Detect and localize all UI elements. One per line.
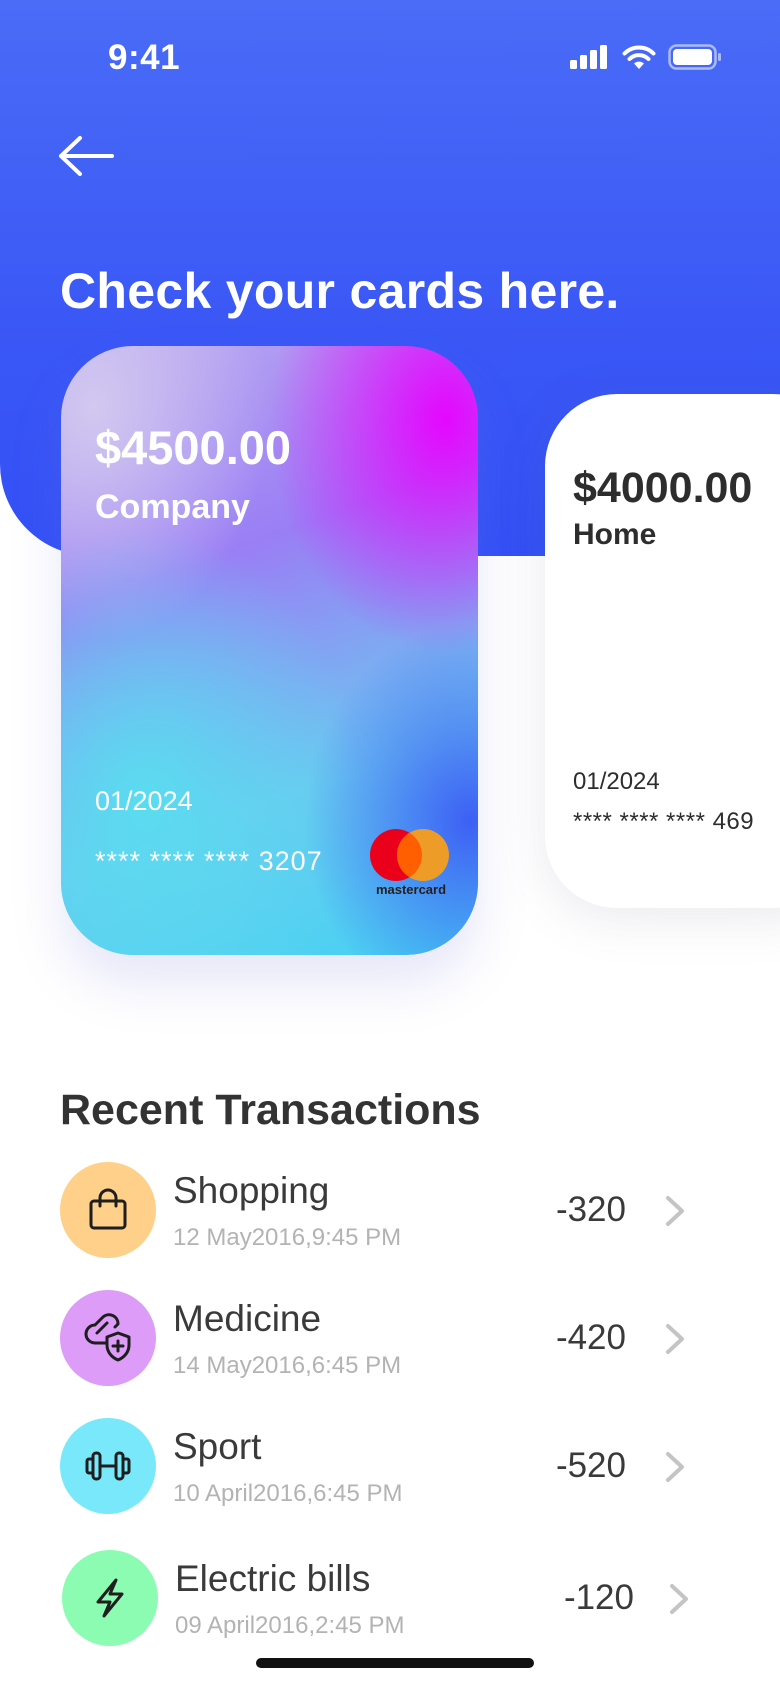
transaction-date: 10 April2016,6:45 PM (173, 1480, 403, 1507)
battery-icon (668, 44, 721, 70)
card-balance: $4500.00 (95, 421, 292, 474)
medicine-icon (84, 1313, 131, 1362)
status-icons (570, 44, 722, 70)
card-company[interactable]: $4500.00 Company 01/2024 **** **** **** … (61, 346, 478, 955)
transaction-icon-circle (60, 1162, 156, 1258)
transaction-amount: -520 (555, 1446, 626, 1485)
card-label: Company (95, 488, 250, 526)
transaction-name: Shopping (173, 1170, 330, 1211)
chevron-right-icon[interactable] (662, 1450, 688, 1484)
transaction-icon-circle (60, 1290, 156, 1386)
transaction-amount: -420 (555, 1318, 626, 1357)
card-number: **** **** **** 3207 (95, 846, 323, 876)
back-arrow-icon[interactable] (56, 134, 116, 184)
lightning-icon (96, 1578, 124, 1618)
card-home[interactable]: $4000.00 Home 01/2024 **** **** **** 469 (545, 394, 780, 908)
wifi-icon (622, 45, 656, 69)
status-bar: 9:41 (0, 0, 780, 120)
mastercard-logo-icon: mastercard (370, 829, 449, 897)
transaction-row-sport[interactable]: Sport 10 April2016,6:45 PM -520 (60, 1418, 700, 1518)
status-time: 9:41 (108, 38, 181, 77)
card-label: Home (573, 518, 657, 551)
chevron-right-icon[interactable] (666, 1582, 692, 1616)
transaction-amount: -120 (563, 1578, 634, 1617)
transaction-row-shopping[interactable]: Shopping 12 May2016,9:45 PM -320 (60, 1162, 700, 1262)
transaction-row-medicine[interactable]: Medicine 14 May2016,6:45 PM -420 (60, 1290, 700, 1390)
transaction-date: 09 April2016,2:45 PM (175, 1612, 405, 1639)
mastercard-wordmark: mastercard (376, 882, 446, 897)
card-expiry: 01/2024 (95, 786, 193, 816)
page-title: Check your cards here. (60, 263, 620, 319)
transaction-name: Sport (173, 1426, 262, 1467)
chevron-right-icon[interactable] (662, 1322, 688, 1356)
transaction-name: Medicine (173, 1298, 322, 1339)
card-balance: $4000.00 (573, 464, 753, 512)
signal-icon (570, 45, 607, 69)
shopping-bag-icon (89, 1188, 127, 1230)
transaction-name: Electric bills (175, 1558, 371, 1599)
dumbbell-icon (85, 1451, 131, 1481)
screen: 9:41 Check your cards here. $4000.00 Hom… (0, 0, 780, 1688)
section-title-transactions: Recent Transactions (60, 1086, 481, 1134)
transaction-icon-circle (62, 1550, 158, 1646)
transaction-date: 14 May2016,6:45 PM (173, 1352, 402, 1379)
home-indicator[interactable] (256, 1658, 534, 1668)
transaction-icon-circle (60, 1418, 156, 1514)
card-number: **** **** **** 469 (573, 808, 755, 835)
chevron-right-icon[interactable] (662, 1194, 688, 1228)
card-expiry: 01/2024 (573, 768, 660, 795)
transaction-amount: -320 (555, 1190, 626, 1229)
transaction-date: 12 May2016,9:45 PM (173, 1224, 402, 1251)
transaction-row-electric-bills[interactable]: Electric bills 09 April2016,2:45 PM -120 (60, 1550, 700, 1650)
